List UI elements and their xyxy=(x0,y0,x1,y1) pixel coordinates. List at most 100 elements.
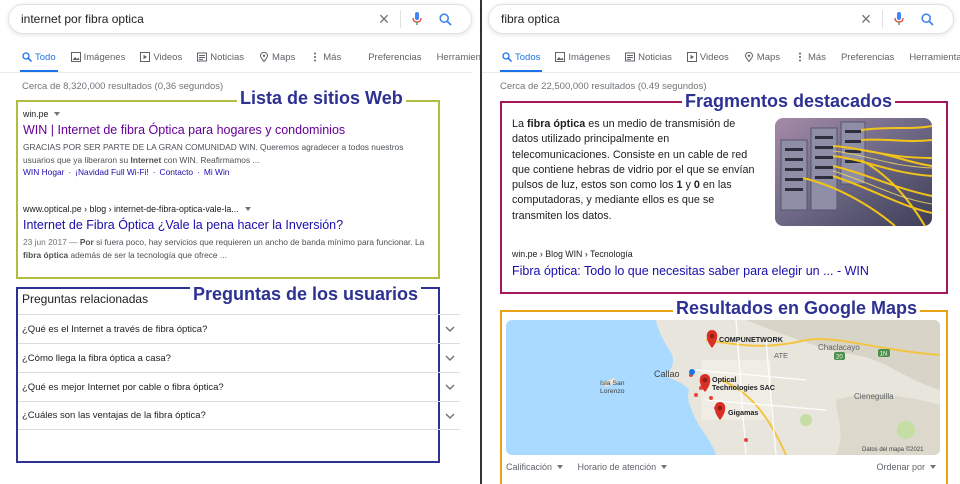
tab-mas[interactable]: Más xyxy=(310,44,341,70)
map-area-label: ATE xyxy=(774,351,788,360)
tab-noticias[interactable]: Noticias xyxy=(625,44,672,70)
sitelink[interactable]: ¡Navidad Full Wi-Fi! xyxy=(75,167,149,177)
sitelink-sep: · xyxy=(68,167,72,177)
tabs-underline xyxy=(482,72,960,73)
clear-icon[interactable]: × xyxy=(370,9,398,29)
paa-question[interactable]: ¿Cómo llega la fibra óptica a casa? xyxy=(18,343,460,372)
tab-todo[interactable]: Todo xyxy=(20,44,58,72)
paa-question[interactable]: ¿Cuáles son las ventajas de la fibra ópt… xyxy=(18,401,460,430)
paa-question[interactable]: ¿Qué es el Internet a través de fibra óp… xyxy=(18,314,460,343)
tab-todos[interactable]: Todos xyxy=(499,44,543,72)
organic-result: win.pe WIN | Internet de fibra Óptica pa… xyxy=(23,109,428,177)
result-snippet: GRACIAS POR SER PARTE DE LA GRAN COMUNID… xyxy=(23,141,428,166)
map-area-label: Isla San Lorenzo xyxy=(600,380,625,395)
tab-preferencias[interactable]: Preferencias xyxy=(368,44,421,70)
featured-snippet-text: La fibra óptica es un medio de transmisi… xyxy=(512,117,760,224)
video-icon xyxy=(686,52,697,62)
news-icon xyxy=(197,52,208,62)
filter-label: Calificación xyxy=(506,462,553,472)
paa-title: Preguntas relacionadas xyxy=(22,292,149,306)
more-vertical-icon xyxy=(799,52,802,62)
image-icon xyxy=(555,52,566,62)
tab-label: Preferencias xyxy=(840,51,895,63)
url-text: win.pe xyxy=(23,109,49,119)
search-icon[interactable] xyxy=(913,9,941,29)
tab-mas[interactable]: Más xyxy=(795,44,826,70)
sort-dropdown[interactable]: Ordenar por xyxy=(876,462,936,472)
featured-link[interactable]: Fibra óptica: Todo lo que necesitas sabe… xyxy=(512,264,869,278)
tab-videos[interactable]: Videos xyxy=(140,44,182,70)
map-pin-icon xyxy=(260,52,269,62)
caret-down-icon[interactable] xyxy=(244,207,251,211)
snippet-text: además de ser la tecnología que ofrece .… xyxy=(68,249,227,260)
tab-label: Herramientas xyxy=(436,51,480,63)
caret-down-icon xyxy=(557,465,564,469)
sitelink[interactable]: WIN Hogar xyxy=(23,167,64,177)
result-stats: Cerca de 22,500,000 resultados (0.49 seg… xyxy=(500,81,707,92)
search-icon xyxy=(502,52,512,62)
snippet-text: La xyxy=(512,118,528,130)
tab-label: Noticias xyxy=(638,51,672,63)
search-bar[interactable]: fibra optica × xyxy=(488,4,954,34)
image-icon xyxy=(70,52,81,62)
clear-icon[interactable]: × xyxy=(852,9,880,29)
left-serp: internet por fibra optica × Todo Imágene… xyxy=(0,0,480,484)
tab-herramientas[interactable]: Herramientas xyxy=(437,44,480,70)
tab-label: Videos xyxy=(699,51,729,63)
tab-label: Maps xyxy=(756,51,781,63)
tab-herramientas[interactable]: Herramientas xyxy=(909,44,960,70)
filter-rating[interactable]: Calificación xyxy=(506,462,564,472)
snippet-bold: fibra óptica xyxy=(23,249,69,260)
featured-source: win.pe › Blog WIN › Tecnología xyxy=(512,249,633,259)
chevron-down-icon xyxy=(445,326,455,333)
result-stats: Cerca de 8,320,000 resultados (0,36 segu… xyxy=(22,81,224,92)
fiber-optic-image[interactable] xyxy=(775,118,932,226)
search-icon xyxy=(22,52,32,62)
tab-noticias[interactable]: Noticias xyxy=(197,44,244,70)
tab-label: Noticias xyxy=(210,51,245,63)
tab-imagenes[interactable]: Imágenes xyxy=(555,44,610,70)
search-bar[interactable]: internet por fibra optica × xyxy=(8,4,472,34)
tab-imagenes[interactable]: Imágenes xyxy=(70,44,125,70)
filter-hours[interactable]: Horario de atención xyxy=(578,462,668,472)
search-input[interactable]: fibra optica xyxy=(501,12,852,26)
microphone-icon[interactable] xyxy=(403,9,431,29)
map-filters-bar: Calificación Horario de atención Ordenar… xyxy=(506,462,940,472)
tab-label: Todo xyxy=(35,51,56,63)
tab-maps[interactable]: Maps xyxy=(744,44,780,70)
microphone-icon[interactable] xyxy=(885,9,913,29)
sort-label: Ordenar por xyxy=(876,462,925,472)
url-text: www.optical.pe › blog › internet-de-fibr… xyxy=(23,204,239,214)
tab-label: Preferencias xyxy=(368,51,422,63)
map-area-label: Cieneguilla xyxy=(854,392,894,401)
search-input[interactable]: internet por fibra optica xyxy=(21,12,370,26)
fragmentos-annotation: Fragmentos destacados xyxy=(682,91,896,112)
caret-down-icon xyxy=(930,465,936,469)
map-pin-icon xyxy=(744,52,753,62)
result-title-link[interactable]: Internet de Fibra Óptica ¿Vale la pena h… xyxy=(23,218,428,233)
lista-annotation: Lista de sitios Web xyxy=(237,88,406,109)
sitelink[interactable]: Mi Win xyxy=(204,167,230,177)
caret-down-icon[interactable] xyxy=(54,112,61,116)
sitelink[interactable]: Contacto xyxy=(160,167,194,177)
tab-preferencias[interactable]: Preferencias xyxy=(841,44,894,70)
snippet-bold: Internet xyxy=(130,154,162,165)
organic-result: www.optical.pe › blog › internet-de-fibr… xyxy=(23,204,428,261)
snippet-bold: Por xyxy=(79,237,94,247)
maps-annotation: Resultados en Google Maps xyxy=(673,298,921,319)
map-place-label[interactable]: COMPUNETWORK xyxy=(719,335,784,344)
tab-maps[interactable]: Maps xyxy=(259,44,295,70)
search-icon[interactable] xyxy=(431,9,459,29)
tab-label: Más xyxy=(323,51,342,63)
result-snippet: 23 jun 2017 — Por si fuera poco, hay ser… xyxy=(23,236,428,261)
map-preview[interactable]: COMPUNETWORK Optical Technologies SAC Gig… xyxy=(506,320,940,455)
map-attribution: Datos del mapa ©2021 xyxy=(862,446,924,453)
chevron-down-icon xyxy=(445,412,455,419)
paa-question[interactable]: ¿Qué es mejor Internet por cable o fibra… xyxy=(18,372,460,401)
tab-videos[interactable]: Videos xyxy=(686,44,729,70)
snippet-bold: fibra óptica xyxy=(527,118,586,130)
result-title-link[interactable]: WIN | Internet de fibra Óptica para hoga… xyxy=(23,123,428,138)
map-place-label[interactable]: Gigamas xyxy=(728,408,758,417)
snippet-text: si fuera poco, hay servicios que requier… xyxy=(93,237,425,247)
tabs-underline xyxy=(0,72,472,73)
